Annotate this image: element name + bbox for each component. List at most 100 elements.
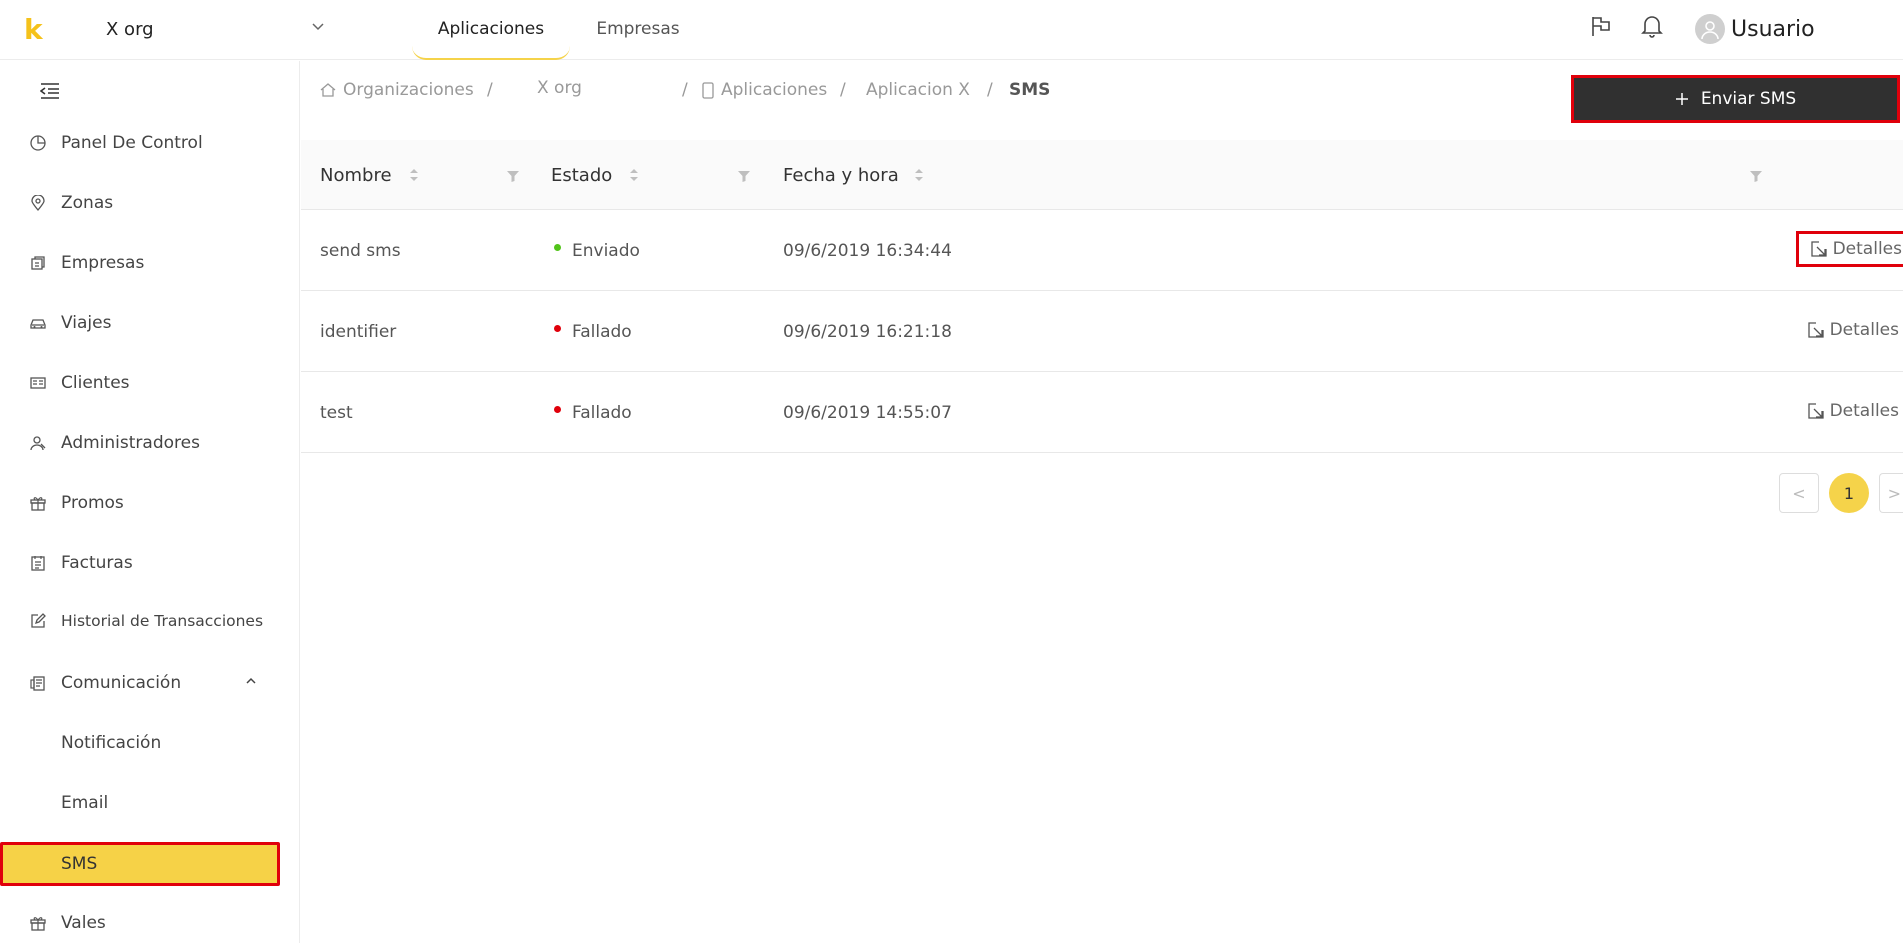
- column-header-fecha-y-hora[interactable]: Fecha y hora: [783, 140, 899, 210]
- details-label: Detalles: [1829, 320, 1899, 340]
- breadcrumb-org[interactable]: X org: [537, 78, 582, 98]
- menu-fold-icon[interactable]: [40, 83, 60, 99]
- column-label: Fecha y hora: [783, 164, 899, 186]
- breadcrumb-separator: /: [987, 80, 993, 100]
- breadcrumb-separator: /: [682, 80, 688, 100]
- sidebar-item-administradores[interactable]: Administradores: [0, 423, 300, 463]
- breadcrumb-aplicaciones[interactable]: Aplicaciones: [721, 80, 827, 100]
- cell-fecha: 09/6/2019 16:21:18: [783, 321, 952, 342]
- table-header: Nombre Estado Fecha y hora: [301, 140, 1903, 210]
- filter-icon[interactable]: [506, 169, 520, 183]
- sidebar-item-facturas[interactable]: Facturas: [0, 543, 300, 583]
- sidebar-item-viajes[interactable]: Viajes: [0, 303, 300, 343]
- sort-icon[interactable]: [629, 167, 639, 183]
- details-button[interactable]: Detalles: [1796, 393, 1903, 429]
- sms-table: Nombre Estado Fecha y hora send sms Envi…: [301, 140, 1903, 453]
- pagination-prev-button[interactable]: <: [1779, 473, 1819, 513]
- status-dot: [554, 325, 561, 332]
- details-icon: [1807, 322, 1824, 338]
- sort-icon[interactable]: [914, 167, 924, 183]
- gift-icon: [30, 915, 46, 931]
- sidebar-item-label: Clientes: [61, 373, 130, 393]
- sidebar-item-promos[interactable]: Promos: [0, 483, 300, 523]
- sidebar: Panel De Control Zonas Empresas Viajes C…: [0, 61, 300, 943]
- status-dot: [554, 244, 561, 251]
- filter-icon[interactable]: [737, 169, 751, 183]
- sidebar-item-label: Vales: [61, 913, 106, 933]
- pagination-next-button[interactable]: >: [1879, 473, 1903, 513]
- home-icon: [320, 82, 336, 98]
- gift-icon: [30, 495, 46, 511]
- filter-icon[interactable]: [1749, 169, 1763, 183]
- cell-fecha: 09/6/2019 16:34:44: [783, 240, 952, 261]
- pagination-page-1[interactable]: 1: [1829, 473, 1869, 513]
- flag-icon[interactable]: [1589, 14, 1613, 38]
- sidebar-item-label: Promos: [61, 493, 124, 513]
- sidebar-item-label: Email: [61, 793, 109, 813]
- tab-empresas[interactable]: Empresas: [580, 0, 696, 58]
- cell-nombre: test: [320, 402, 353, 423]
- sidebar-item-label: Comunicación: [61, 673, 182, 693]
- details-icon: [1810, 241, 1827, 257]
- cell-estado: Enviado: [554, 210, 640, 291]
- cell-estado: Fallado: [554, 372, 632, 453]
- pagination-next-label: >: [1887, 483, 1901, 503]
- sort-icon[interactable]: [409, 167, 419, 183]
- details-label: Detalles: [1829, 401, 1899, 421]
- sidebar-item-label: Zonas: [61, 193, 114, 213]
- sidebar-item-historial-de-transacciones[interactable]: Historial de Transacciones: [0, 601, 300, 641]
- sidebar-item-zonas[interactable]: Zonas: [0, 183, 300, 223]
- status-text: Fallado: [572, 321, 632, 342]
- chevron-down-icon: [312, 23, 324, 31]
- table-row: send sms Enviado 09/6/2019 16:34:44 Deta…: [301, 210, 1903, 291]
- org-selector-value: X org: [106, 18, 154, 40]
- building-icon: [30, 255, 46, 271]
- avatar: [1695, 14, 1725, 44]
- details-button[interactable]: Detalles: [1796, 312, 1903, 348]
- brand-logo[interactable]: k: [24, 16, 48, 44]
- column-label: Estado: [551, 164, 613, 186]
- car-icon: [30, 315, 46, 331]
- sidebar-item-label: SMS: [61, 854, 98, 874]
- sidebar-item-clientes[interactable]: Clientes: [0, 363, 300, 403]
- active-tab-indicator: [412, 46, 570, 60]
- cell-estado: Fallado: [554, 291, 632, 372]
- breadcrumb-organizaciones[interactable]: Organizaciones: [343, 80, 474, 100]
- column-label: Nombre: [320, 164, 392, 186]
- user-menu[interactable]: Usuario: [1695, 14, 1815, 44]
- breadcrumb-aplicacion[interactable]: Aplicacion X: [866, 80, 970, 100]
- sidebar-item-label: Historial de Transacciones: [61, 612, 264, 630]
- sidebar-item-comunicacion[interactable]: Comunicación: [0, 663, 300, 703]
- pie-chart-icon: [30, 135, 46, 151]
- sidebar-item-label: Facturas: [61, 553, 133, 573]
- cell-nombre: send sms: [320, 240, 401, 261]
- breadcrumb-separator: /: [840, 80, 846, 100]
- sidebar-item-panel-de-control[interactable]: Panel De Control: [0, 123, 300, 163]
- pagination-page-label: 1: [1843, 483, 1855, 503]
- user-name: Usuario: [1731, 16, 1815, 42]
- details-button[interactable]: Detalles: [1795, 231, 1903, 267]
- cell-fecha: 09/6/2019 14:55:07: [783, 402, 952, 423]
- chevron-up-icon: [246, 677, 256, 684]
- column-header-estado[interactable]: Estado: [551, 140, 612, 210]
- details-icon: [1807, 403, 1824, 419]
- sidebar-item-vales[interactable]: Vales: [0, 903, 300, 943]
- sidebar-item-label: Notificación: [61, 733, 162, 753]
- sidebar-item-empresas[interactable]: Empresas: [0, 243, 300, 283]
- map-pin-icon: [30, 195, 46, 211]
- org-selector[interactable]: X org: [106, 14, 336, 44]
- details-label: Detalles: [1832, 239, 1902, 259]
- sidebar-item-label: Administradores: [61, 433, 200, 453]
- sidebar-item-sms[interactable]: SMS: [0, 842, 280, 886]
- send-sms-button[interactable]: Enviar SMS: [1571, 75, 1900, 123]
- sidebar-item-email[interactable]: Email: [0, 783, 300, 823]
- column-header-nombre[interactable]: Nombre: [320, 140, 392, 210]
- tab-aplicaciones-label: Aplicaciones: [437, 19, 545, 39]
- table-row: identifier Fallado 09/6/2019 16:21:18 De…: [301, 291, 1903, 372]
- cell-nombre: identifier: [320, 321, 397, 342]
- status-text: Enviado: [572, 240, 640, 261]
- bell-icon[interactable]: [1641, 14, 1663, 38]
- edit-icon: [30, 613, 46, 629]
- communication-icon: [30, 675, 46, 691]
- sidebar-item-notificacion[interactable]: Notificación: [0, 723, 300, 763]
